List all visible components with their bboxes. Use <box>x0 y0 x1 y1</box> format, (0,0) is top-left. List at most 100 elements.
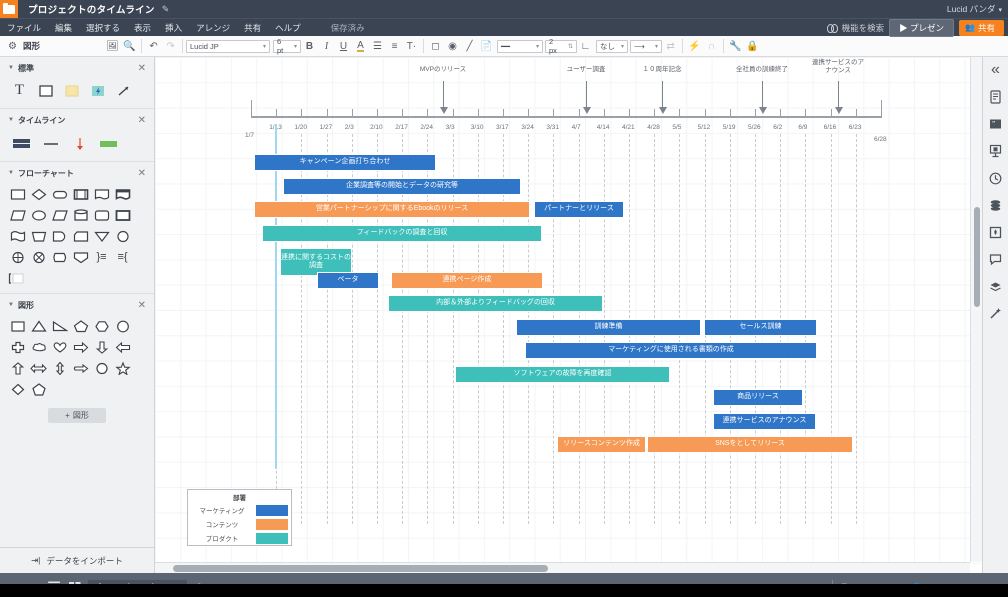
gantt-task-bar[interactable]: セールス訓練 <box>704 318 817 336</box>
text-style-icon[interactable]: T· <box>403 38 420 55</box>
gantt-task-bar[interactable]: ソフトウェアの故障を再度確認 <box>455 365 670 383</box>
vertical-scrollbar[interactable] <box>970 57 982 562</box>
document-icon[interactable] <box>987 89 1005 105</box>
menu-share[interactable]: 共有 <box>237 19 268 37</box>
internal-storage-icon[interactable] <box>113 205 132 224</box>
extract-shape-icon[interactable] <box>71 247 90 266</box>
horizontal-scrollbar-thumb[interactable] <box>173 565 548 572</box>
arrow-down-shape-icon[interactable] <box>92 337 111 356</box>
merge-triangle-icon[interactable] <box>92 226 111 245</box>
accessibility-icon[interactable]: Ⓒ <box>839 580 849 584</box>
menu-insert[interactable]: 挿入 <box>158 19 189 37</box>
page-tab[interactable]: プロジェクトのタイ… ▾ <box>88 579 188 584</box>
timeline-bar-shape-icon[interactable] <box>99 134 118 153</box>
gantt-task-bar[interactable]: 企業調査等の開始とデータの研究等 <box>283 177 521 195</box>
close-icon[interactable]: ✕ <box>138 63 146 74</box>
menu-file[interactable]: ファイル <box>0 19 48 37</box>
layers-panel-icon[interactable] <box>987 224 1005 240</box>
horizontal-scrollbar[interactable] <box>155 562 970 573</box>
decision-shape-icon[interactable] <box>29 184 48 203</box>
menu-help[interactable]: ヘルプ <box>268 19 308 37</box>
comment-icon[interactable] <box>987 251 1005 267</box>
close-icon[interactable]: ✕ <box>138 115 146 126</box>
collapse-panel-icon[interactable]: « <box>987 61 1005 78</box>
line-shape-icon[interactable]: ∟ <box>577 38 594 55</box>
gantt-task-bar[interactable]: 営業パートナーシップに関するEbookのリリース <box>254 201 530 218</box>
text-color-button[interactable]: A <box>352 38 369 55</box>
line-weight-select[interactable]: 2 px ⇅ <box>545 37 578 55</box>
magnet-icon[interactable]: ∩ <box>703 38 720 55</box>
arrow-up-shape-icon[interactable] <box>8 358 27 377</box>
lightning-icon[interactable]: ⚡ <box>686 38 703 55</box>
document-folder-icon[interactable] <box>0 0 18 18</box>
text-position-icon[interactable]: ≡ <box>386 38 403 55</box>
canvas-area[interactable]: 1/71/131/201/272/32/102/172/243/33/103/1… <box>155 57 982 573</box>
timeline-line-shape-icon[interactable] <box>41 134 60 153</box>
zoom-out-button[interactable]: − <box>855 582 861 584</box>
bracket-shape-icon[interactable] <box>8 268 27 287</box>
milestone-marker-icon[interactable] <box>70 134 89 153</box>
align-icon[interactable]: ☰ <box>369 38 386 55</box>
wrench-icon[interactable]: 🔧 <box>727 38 744 55</box>
manual-input-shape-icon[interactable] <box>29 226 48 245</box>
terminator-shape-icon[interactable] <box>50 184 69 203</box>
edit-title-icon[interactable]: ✎ <box>162 4 170 15</box>
right-triangle-shape-icon[interactable] <box>50 316 69 335</box>
rectangle-shape-icon[interactable] <box>36 81 55 100</box>
sticky-note-shape-icon[interactable] <box>62 81 81 100</box>
ellipse-shape-icon[interactable] <box>92 358 111 377</box>
line-color-icon[interactable]: ╱ <box>461 38 478 55</box>
undo-icon[interactable]: ↶ <box>145 38 162 55</box>
parallelogram-shape-icon[interactable] <box>8 205 27 224</box>
fill-bucket-icon[interactable]: ◉ <box>444 38 461 55</box>
shape-section-standard-header[interactable]: ▼ 標準 ✕ <box>0 61 154 75</box>
presentation-icon[interactable] <box>987 143 1005 159</box>
arrow-right-shape-icon[interactable] <box>71 337 90 356</box>
magic-wand-icon[interactable] <box>987 305 1005 321</box>
gantt-task-bar[interactable]: SNSをとしてリリース <box>647 436 853 453</box>
font-family-select[interactable]: Lucid JP ▾ <box>186 39 271 53</box>
add-shape-button[interactable]: + 図形 <box>48 408 106 423</box>
delay-shape-icon[interactable] <box>50 226 69 245</box>
summing-junction-icon[interactable] <box>8 247 27 266</box>
octagon-circle-shape-icon[interactable] <box>113 316 132 335</box>
shapes-panel-label[interactable]: 図形 <box>23 40 40 52</box>
shapes-gear-icon[interactable]: ⚙ <box>4 38 21 55</box>
gantt-task-bar[interactable]: マーケティングに使用される書類の作成 <box>525 342 817 359</box>
image-insert-icon[interactable]: 🖼 <box>104 38 121 55</box>
text-shape-icon[interactable]: T <box>10 81 29 100</box>
shape-section-timeline-header[interactable]: ▼ タイムライン ✕ <box>0 113 154 127</box>
shape-section-shapes-header[interactable]: ▼ 図形 ✕ <box>0 298 154 312</box>
gantt-task-bar[interactable]: ベータ <box>317 271 379 289</box>
circle-shape-icon[interactable] <box>113 226 132 245</box>
zoom-slider-knob[interactable] <box>912 582 922 584</box>
diamond-shape-icon[interactable] <box>8 379 27 398</box>
cloud-shape-icon[interactable] <box>29 337 48 356</box>
arrow-left-shape-icon[interactable] <box>113 337 132 356</box>
menu-arrange[interactable]: アレンジ <box>189 19 237 37</box>
line-style-select[interactable]: ━━ ▾ <box>497 39 544 53</box>
arrow-start-select[interactable]: なし ▾ <box>596 39 629 53</box>
import-data-button[interactable]: ⇥| データをインポート <box>0 547 154 573</box>
hexagon-shape-icon[interactable] <box>92 316 111 335</box>
gantt-task-bar[interactable]: パートナーとリリース <box>534 201 624 218</box>
line-arrow-shape-icon[interactable] <box>114 81 133 100</box>
layers-data-icon[interactable] <box>987 197 1005 213</box>
gantt-task-bar[interactable]: フィードバックの調査と回収 <box>262 224 542 242</box>
document-title[interactable]: プロジェクトのタイムライン <box>28 2 155 16</box>
present-button[interactable]: ▶ プレゼン <box>889 18 955 37</box>
italic-button[interactable]: I <box>318 38 335 55</box>
gantt-task-bar[interactable]: キャンペーン企画打ち合わせ <box>254 154 436 171</box>
action-lightning-icon[interactable] <box>88 81 107 100</box>
arrow-end-select[interactable]: ⟶ ▾ <box>630 39 663 53</box>
bold-button[interactable]: B <box>301 38 318 55</box>
heart-shape-icon[interactable] <box>50 337 69 356</box>
close-icon[interactable]: ✕ <box>138 300 146 311</box>
font-size-select[interactable]: 6 pt ▾ <box>273 37 302 55</box>
arrow-horizontal-shape-icon[interactable] <box>29 358 48 377</box>
display-shape-icon[interactable] <box>50 247 69 266</box>
close-icon[interactable]: ✕ <box>138 168 146 179</box>
quote-notes-icon[interactable]: ” <box>987 116 1005 132</box>
process-shape-icon[interactable] <box>8 184 27 203</box>
pentagon-shape-icon[interactable] <box>71 316 90 335</box>
